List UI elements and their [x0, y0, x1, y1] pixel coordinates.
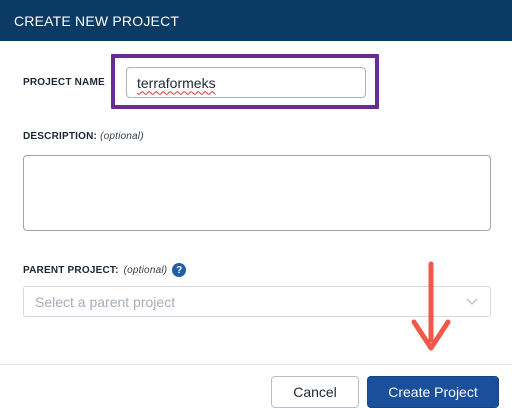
create-project-button[interactable]: Create Project: [367, 376, 499, 408]
highlight-annotation-box: [111, 54, 379, 109]
description-label-text: DESCRIPTION:: [23, 131, 98, 142]
parent-project-label: PARENT PROJECT: (optional) ?: [23, 263, 187, 277]
cancel-button[interactable]: Cancel: [271, 376, 359, 408]
parent-project-optional-hint: (optional): [123, 264, 168, 276]
help-icon[interactable]: ?: [172, 263, 187, 277]
chevron-down-icon: [466, 298, 478, 305]
footer-divider: [0, 364, 512, 365]
dialog-header: CREATE NEW PROJECT: [0, 0, 512, 41]
project-name-label: PROJECT NAME: [23, 77, 105, 88]
description-label: DESCRIPTION: (optional): [23, 131, 144, 142]
description-optional-hint: (optional): [100, 131, 144, 142]
dialog-title: CREATE NEW PROJECT: [14, 12, 180, 29]
arrow-annotation-icon: [411, 261, 451, 351]
parent-project-label-text: PARENT PROJECT:: [23, 264, 119, 276]
parent-project-placeholder: Select a parent project: [35, 293, 176, 310]
description-textarea[interactable]: [23, 155, 491, 231]
